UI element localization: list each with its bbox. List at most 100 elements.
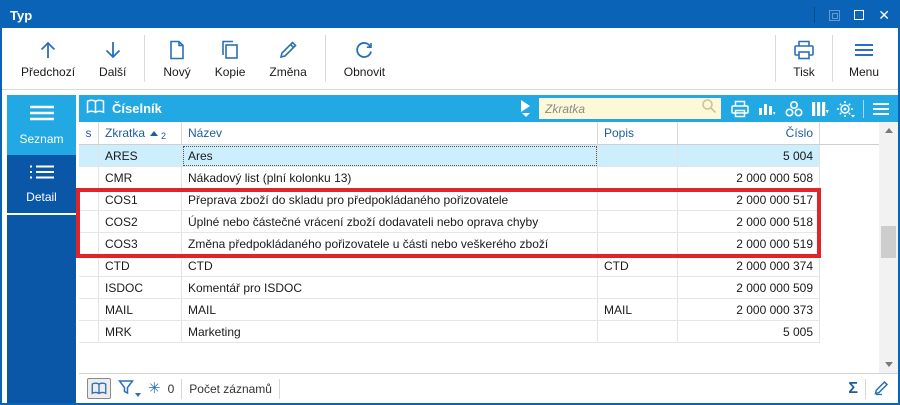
cell-s[interactable] — [79, 321, 99, 343]
cell-popis[interactable] — [598, 167, 678, 189]
cell-nazev[interactable]: Přeprava zboží do skladu pro předpokláda… — [182, 189, 598, 211]
table-row[interactable]: COS1 Přeprava zboží do skladu pro předpo… — [79, 189, 879, 211]
titlebar[interactable]: Typ ✕ — [2, 2, 898, 28]
cell-s[interactable] — [79, 211, 99, 233]
column-header-s[interactable]: s — [79, 122, 99, 144]
scroll-down-icon[interactable] — [879, 356, 898, 373]
cell-nazev[interactable]: Ares — [182, 145, 598, 167]
cell-zkratka[interactable]: ARES — [99, 145, 182, 167]
cell-popis[interactable] — [598, 145, 678, 167]
next-button[interactable]: Další — [88, 32, 137, 85]
cell-popis[interactable]: CTD — [598, 255, 678, 277]
arrow-up-icon — [37, 39, 59, 61]
print-button[interactable]: Tisk — [781, 32, 827, 85]
cell-popis[interactable] — [598, 321, 678, 343]
cell-nazev[interactable]: MAIL — [182, 299, 598, 321]
pivot-bubbles-icon[interactable] — [784, 100, 804, 118]
cell-cislo[interactable]: 2 000 000 508 — [678, 167, 820, 189]
sidebar-item-seznam[interactable]: Seznam — [7, 95, 76, 155]
cell-nazev[interactable]: Úplné nebo částečné vrácení zboží dodava… — [182, 211, 598, 233]
cell-zkratka[interactable]: COS1 — [99, 189, 182, 211]
pencil-icon — [277, 39, 299, 61]
new-button[interactable]: Nový — [152, 32, 201, 85]
cell-popis[interactable]: MAIL — [598, 299, 678, 321]
cell-popis[interactable] — [598, 211, 678, 233]
refresh-button[interactable]: Obnovit — [333, 32, 396, 85]
panel-menu-icon[interactable] — [871, 101, 891, 117]
search-icon — [701, 98, 717, 119]
cell-zkratka[interactable]: MAIL — [99, 299, 182, 321]
cell-cislo[interactable]: 2 000 000 517 — [678, 189, 820, 211]
cell-s[interactable] — [79, 255, 99, 277]
table-row[interactable]: COS3 Změna předpokládaného pořizovatele … — [79, 233, 879, 255]
scrollbar-track[interactable] — [879, 139, 898, 356]
column-header-nazev[interactable]: Název — [182, 122, 598, 144]
vertical-scrollbar[interactable] — [879, 122, 898, 373]
table-row[interactable]: COS2 Úplné nebo částečné vrácení zboží d… — [79, 211, 879, 233]
table-row[interactable]: MRK Marketing 5 005 — [79, 321, 879, 343]
cell-s[interactable] — [79, 233, 99, 255]
cell-s[interactable] — [79, 277, 99, 299]
table-row[interactable]: MAIL MAIL MAIL 2 000 000 373 — [79, 299, 879, 321]
cell-popis[interactable] — [598, 277, 678, 299]
scroll-up-icon[interactable] — [879, 122, 898, 139]
cell-nazev[interactable]: CTD — [182, 255, 598, 277]
cell-s[interactable] — [79, 167, 99, 189]
cell-cislo[interactable]: 5 004 — [678, 145, 820, 167]
sum-button[interactable]: Σ — [848, 380, 858, 397]
column-header-popis[interactable]: Popis — [598, 122, 678, 144]
cell-s[interactable] — [79, 299, 99, 321]
statusbar-divider — [181, 378, 183, 399]
apply-filter-button[interactable] — [521, 100, 530, 117]
table-row[interactable]: CTD CTD CTD 2 000 000 374 — [79, 255, 879, 277]
cell-zkratka[interactable]: ISDOC — [99, 277, 182, 299]
view-book-button[interactable] — [87, 378, 111, 399]
table-row[interactable]: CMR Nákadový list (plní kolonku 13) 2 00… — [79, 167, 879, 189]
cell-cislo[interactable]: 2 000 000 374 — [678, 255, 820, 277]
column-header-zkratka[interactable]: Zkratka 2 — [99, 122, 182, 144]
cell-s[interactable] — [79, 145, 99, 167]
cell-zkratka[interactable]: COS3 — [99, 233, 182, 255]
cell-zkratka[interactable]: COS2 — [99, 211, 182, 233]
cell-cislo[interactable]: 2 000 000 518 — [678, 211, 820, 233]
grid: s Zkratka 2 Název Popis Číslo ARES Ares … — [79, 122, 898, 373]
cell-nazev[interactable]: Nákadový list (plní kolonku 13) — [182, 167, 598, 189]
frozen-records-icon[interactable]: ✳ — [148, 381, 161, 396]
cell-zkratka[interactable]: CMR — [99, 167, 182, 189]
statusbar-divider — [278, 378, 280, 399]
cell-cislo[interactable]: 5 005 — [678, 321, 820, 343]
cell-nazev[interactable]: Marketing — [182, 321, 598, 343]
cell-cislo[interactable]: 2 000 000 519 — [678, 233, 820, 255]
table-row[interactable]: ISDOC Komentář pro ISDOC 2 000 000 509 — [79, 277, 879, 299]
printer-icon — [792, 39, 816, 61]
table-row[interactable]: ARES Ares 5 004 — [79, 145, 879, 167]
cell-cislo[interactable]: 2 000 000 373 — [678, 299, 820, 321]
cell-cislo[interactable]: 2 000 000 509 — [678, 277, 820, 299]
scrollbar-thumb[interactable] — [881, 225, 896, 258]
table-body: ARES Ares 5 004 CMR Nákadový list (plní … — [79, 145, 879, 343]
change-button[interactable]: Změna — [258, 32, 317, 85]
cell-s[interactable] — [79, 189, 99, 211]
cell-zkratka[interactable]: MRK — [99, 321, 182, 343]
edit-pencil-button[interactable] — [873, 379, 890, 399]
columns-icon[interactable] — [811, 100, 829, 118]
menu-button[interactable]: Menu — [838, 32, 890, 85]
cell-nazev[interactable]: Změna předpokládaného pořizovatele u čás… — [182, 233, 598, 255]
close-icon[interactable]: ✕ — [878, 8, 890, 22]
copy-button[interactable]: Kopie — [204, 32, 257, 85]
dock-window-icon[interactable] — [829, 9, 841, 21]
settings-gear-icon[interactable] — [836, 100, 856, 118]
maximize-icon[interactable] — [854, 10, 865, 20]
toolbar-divider — [144, 35, 146, 82]
column-header-cislo[interactable]: Číslo — [678, 122, 820, 144]
cell-nazev[interactable]: Komentář pro ISDOC — [182, 277, 598, 299]
cell-zkratka[interactable]: CTD — [99, 255, 182, 277]
search-input[interactable] — [545, 101, 701, 116]
print-list-icon[interactable] — [730, 100, 750, 118]
previous-button[interactable]: Předchozí — [10, 32, 86, 85]
cell-popis[interactable] — [598, 189, 678, 211]
graph-icon[interactable] — [757, 100, 777, 118]
sidebar-item-detail[interactable]: Detail — [7, 155, 76, 213]
cell-popis[interactable] — [598, 233, 678, 255]
filter-button[interactable] — [117, 379, 141, 398]
